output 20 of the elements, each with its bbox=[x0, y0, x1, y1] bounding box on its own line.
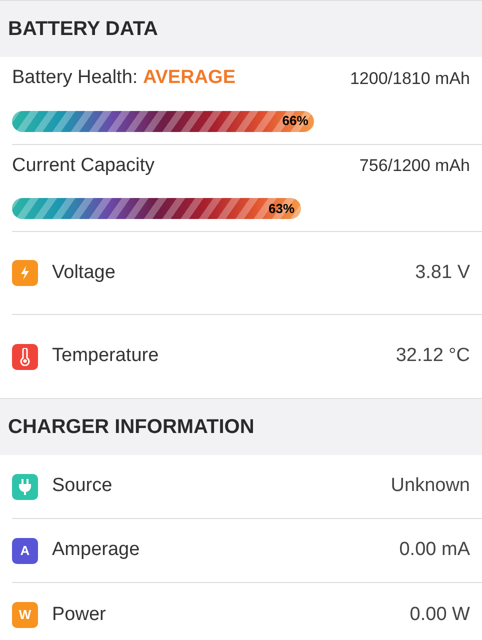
stat-value: Unknown bbox=[390, 474, 470, 498]
progress-percent: 63% bbox=[268, 200, 295, 218]
stat-label: Amperage bbox=[52, 538, 141, 562]
meter-label: Battery Health: AVERAGE bbox=[12, 66, 236, 90]
letter-icon: W bbox=[12, 602, 38, 628]
stat-label: Source bbox=[52, 474, 114, 498]
stat-value: 0.00 W bbox=[410, 602, 470, 627]
section-header: BATTERY DATA bbox=[0, 0, 482, 57]
stat-label: Power bbox=[52, 602, 107, 627]
progress-percent: 66% bbox=[282, 112, 308, 130]
section-header: CHARGER INFORMATION bbox=[0, 398, 482, 455]
letter-icon: A bbox=[12, 538, 38, 564]
stat-label: Voltage bbox=[52, 260, 116, 285]
meter-value: 1200/1810 mAh bbox=[350, 68, 470, 90]
stat-value: 0.00 mA bbox=[399, 538, 470, 562]
stat-value: 32.12 °C bbox=[396, 344, 470, 368]
stat-value: 3.81 V bbox=[415, 260, 470, 285]
meter-label: Current Capacity bbox=[12, 154, 155, 178]
stat-label: Temperature bbox=[52, 344, 160, 368]
meter-value: 756/1200 mAh bbox=[359, 155, 470, 177]
